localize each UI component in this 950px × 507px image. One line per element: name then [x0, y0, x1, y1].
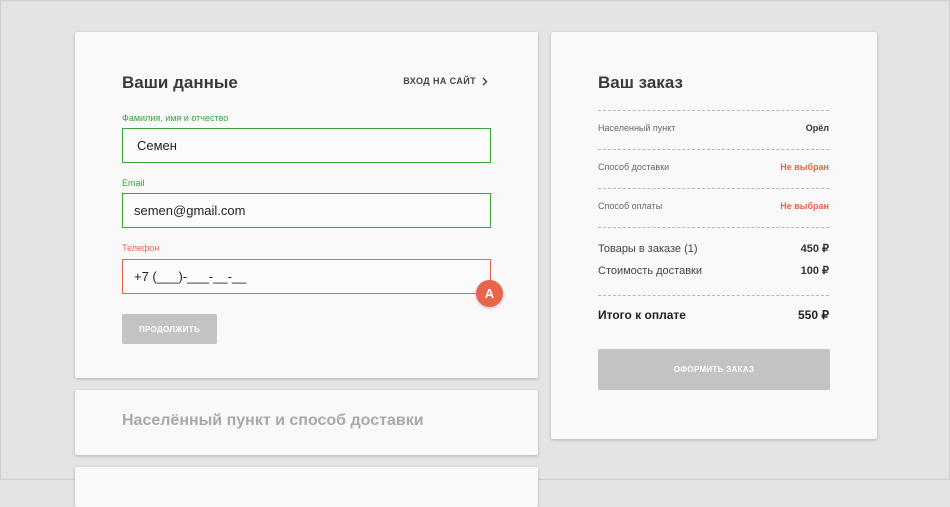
order-row-value: 450 ₽: [800, 243, 829, 255]
delivery-card-title: Населённый пункт и способ доставки: [122, 412, 424, 429]
order-row-label: Товары в заказе (1): [598, 242, 698, 255]
phone-keyboard-badge: A: [476, 280, 503, 307]
order-row-city: Населенный пункт Орёл: [598, 123, 829, 133]
order-row-value: 100 ₽: [800, 265, 829, 277]
continue-button[interactable]: ПРОДОЛЖИТЬ: [122, 314, 217, 344]
divider: [598, 295, 829, 296]
delivery-card[interactable]: Населённый пункт и способ доставки: [75, 390, 538, 455]
email-field[interactable]: [122, 193, 491, 228]
personal-data-card: Ваши данные ВХОД НА САЙТ Фамилия, имя и …: [75, 32, 538, 378]
login-link-label: ВХОД НА САЙТ: [403, 76, 476, 86]
order-row-payment: Способ оплаты Не выбран: [598, 201, 829, 211]
order-row-label: Стоимость доставки: [598, 264, 702, 277]
place-order-button[interactable]: ОФОРМИТЬ ЗАКАЗ: [598, 349, 830, 390]
divider: [598, 110, 829, 111]
name-field[interactable]: [122, 128, 491, 163]
personal-data-title: Ваши данные: [122, 73, 238, 92]
order-row-delivery: Способ доставки Не выбран: [598, 162, 829, 172]
order-total-row: Итого к оплате 550 ₽: [598, 308, 829, 322]
email-field-label: Email: [122, 178, 145, 188]
divider: [598, 188, 829, 189]
order-row-items: Товары в заказе (1) 450 ₽: [598, 242, 829, 256]
order-row-label: Населенный пункт: [598, 123, 676, 133]
order-summary-card: Ваш заказ Населенный пункт Орёл Способ д…: [551, 32, 877, 439]
divider: [598, 227, 829, 228]
next-step-card: [75, 467, 538, 507]
order-row-value: Не выбран: [780, 162, 829, 172]
phone-field-label: Телефон: [122, 243, 160, 253]
order-row-label: Способ доставки: [598, 162, 670, 172]
chevron-right-icon: [482, 77, 488, 85]
order-total-value: 550 ₽: [798, 308, 829, 322]
order-row-value: Не выбран: [780, 201, 829, 211]
divider: [598, 149, 829, 150]
order-row-value: Орёл: [805, 123, 829, 133]
phone-field[interactable]: [122, 259, 491, 294]
order-row-label: Способ оплаты: [598, 201, 663, 211]
order-total-label: Итого к оплате: [598, 308, 686, 322]
name-field-label: Фамилия, имя и отчество: [122, 113, 229, 123]
order-row-shipping: Стоимость доставки 100 ₽: [598, 264, 829, 278]
order-title: Ваш заказ: [598, 73, 683, 92]
login-link[interactable]: ВХОД НА САЙТ: [403, 76, 488, 86]
